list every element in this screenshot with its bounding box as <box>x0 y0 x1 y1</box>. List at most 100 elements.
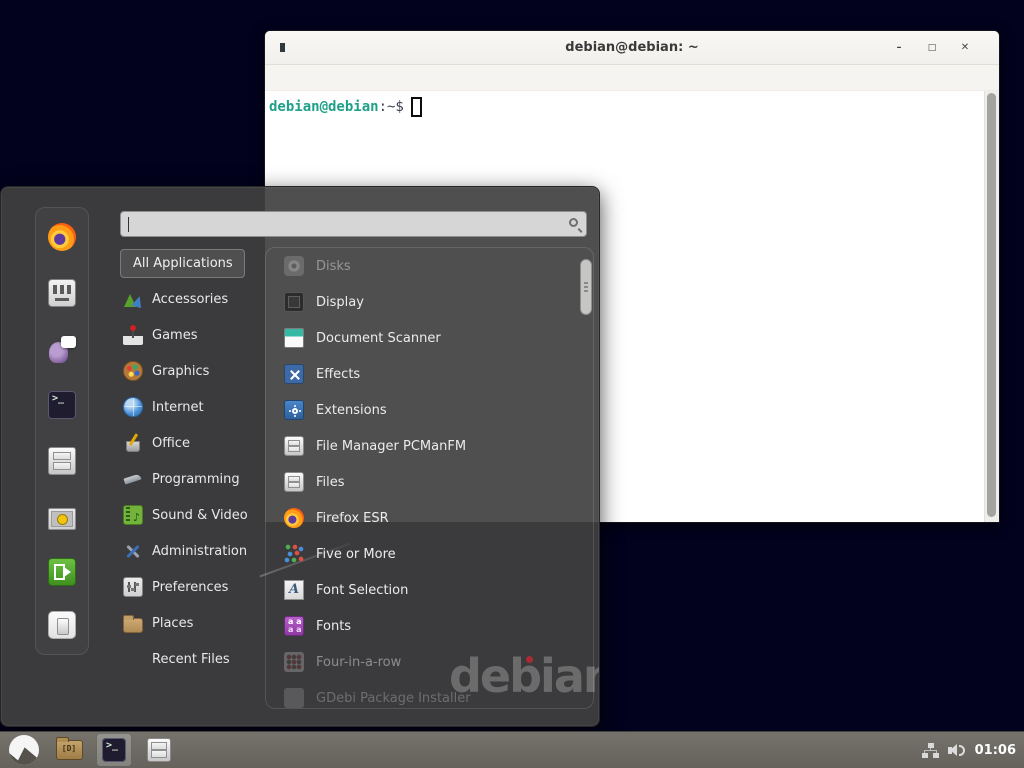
file-manager-icon <box>284 436 304 456</box>
search-icon <box>569 218 578 227</box>
session-group <box>47 504 77 640</box>
files-item[interactable]: Files <box>266 464 593 500</box>
shutdown-icon <box>48 611 76 639</box>
five-or-more-icon <box>284 544 304 564</box>
favorites-group <box>47 222 77 476</box>
clock[interactable]: 01:06 <box>975 743 1016 758</box>
games-icon <box>123 325 143 345</box>
accessories-item[interactable]: Accessories <box>113 281 265 317</box>
terminal-prompt: debian@debian:~$ <box>269 97 422 117</box>
office-item[interactable]: Office <box>113 425 265 461</box>
terminal-scrollbar-thumb[interactable] <box>987 93 996 517</box>
font-selection-item[interactable]: Font Selection <box>266 572 593 608</box>
files-launcher[interactable] <box>51 733 87 767</box>
favorites-column <box>35 207 89 655</box>
document-scanner-item[interactable]: Document Scanner <box>266 320 593 356</box>
recent-files-item[interactable]: Recent Files <box>113 641 265 677</box>
graphics-item[interactable]: Graphics <box>113 353 265 389</box>
four-in-a-row-item[interactable]: Four-in-a-row <box>266 644 593 680</box>
administration-item[interactable]: Administration <box>113 533 265 569</box>
firefox[interactable] <box>47 222 77 252</box>
lock-screen[interactable] <box>47 504 77 534</box>
office-icon <box>123 433 143 453</box>
terminal-cursor <box>411 97 422 117</box>
taskbar: 01:06 <box>0 731 1024 768</box>
search-box <box>120 211 587 237</box>
logout-icon <box>48 558 76 586</box>
programming-item[interactable]: Programming <box>113 461 265 497</box>
terminal-titlebar[interactable]: debian@debian: ~ – □ ✕ <box>265 31 999 65</box>
logout[interactable] <box>47 557 77 587</box>
games-item[interactable]: Games <box>113 317 265 353</box>
volume-icon[interactable] <box>948 743 966 758</box>
close-button[interactable]: ✕ <box>957 40 973 56</box>
lock-screen-icon <box>48 508 76 530</box>
taskbar-launchers <box>0 733 177 767</box>
file-manager-icon <box>284 472 304 492</box>
software-icon <box>48 279 76 307</box>
gdebi-icon <box>284 688 304 708</box>
software[interactable] <box>47 278 77 308</box>
graphics-icon <box>123 361 143 381</box>
display-item[interactable]: Display <box>266 284 593 320</box>
display-icon <box>284 292 304 312</box>
preferences-icon <box>123 577 143 597</box>
application-menu: debian All Applications Accessories <box>0 186 600 727</box>
five-or-more-item[interactable]: Five or More <box>266 536 593 572</box>
firefox-icon <box>48 223 76 251</box>
disks-icon <box>284 256 304 276</box>
places-icon <box>123 618 143 633</box>
taskbar-tray: 01:06 <box>922 743 1024 758</box>
fonts-icon <box>284 616 304 636</box>
internet-icon <box>123 397 143 417</box>
sound-video-icon <box>123 505 143 525</box>
extensions-item[interactable]: Extensions <box>266 392 593 428</box>
terminal[interactable] <box>47 390 77 420</box>
prompt-user: debian@debian <box>269 99 379 115</box>
terminal-scrollbar[interactable] <box>984 91 999 522</box>
terminal-icon <box>48 391 76 419</box>
search-input[interactable] <box>121 212 586 236</box>
document-scanner-icon <box>284 328 304 348</box>
terminal-menubar <box>265 65 999 91</box>
pidgin-icon <box>48 335 76 363</box>
all-applications-button[interactable]: All Applications <box>120 249 245 278</box>
text-caret <box>128 217 129 232</box>
prompt-suffix: :~$ <box>379 99 404 115</box>
shutdown[interactable] <box>47 610 77 640</box>
firefox-icon <box>284 508 304 528</box>
menu-button[interactable] <box>6 733 42 767</box>
gdebi-package-installer-item[interactable]: GDebi Package Installer <box>266 680 593 709</box>
effects-item[interactable]: Effects <box>266 356 593 392</box>
network-icon[interactable] <box>922 743 939 758</box>
terminal-icon <box>102 738 126 762</box>
pidgin[interactable] <box>47 334 77 364</box>
file-manager-icon <box>147 738 171 762</box>
desktop: debian@debian: ~ – □ ✕ debian@debian:~$ … <box>0 0 1024 768</box>
fonts-item[interactable]: Fonts <box>266 608 593 644</box>
preferences-item[interactable]: Preferences <box>113 569 265 605</box>
menu-logo-icon <box>9 735 39 765</box>
four-in-a-row-icon <box>284 652 304 672</box>
apps-scrollbar-thumb[interactable] <box>580 259 592 315</box>
terminal-launcher[interactable] <box>96 733 132 767</box>
internet-item[interactable]: Internet <box>113 389 265 425</box>
folder-d-icon <box>56 740 83 760</box>
administration-icon <box>123 541 143 561</box>
places-item[interactable]: Places <box>113 605 265 641</box>
sound-video-item[interactable]: Sound & Video <box>113 497 265 533</box>
terminal-title: debian@debian: ~ <box>265 31 999 65</box>
category-list: Accessories Games Graphics Internet Offi… <box>113 281 265 677</box>
font-selection-icon <box>284 580 304 600</box>
file-cabinet-launcher[interactable] <box>141 733 177 767</box>
file-manager-icon <box>48 447 76 475</box>
file-manager[interactable] <box>47 446 77 476</box>
maximize-button[interactable]: □ <box>924 40 940 56</box>
file-manager-pcmanfm-item[interactable]: File Manager PCManFM <box>266 428 593 464</box>
effects-icon <box>284 364 304 384</box>
applications-pane: Disks Display Document Scanner Effects E… <box>265 247 594 709</box>
firefox-esr-item[interactable]: Firefox ESR <box>266 500 593 536</box>
disks-item[interactable]: Disks <box>266 248 593 284</box>
extensions-icon <box>284 400 304 420</box>
minimize-button[interactable]: – <box>891 40 907 56</box>
